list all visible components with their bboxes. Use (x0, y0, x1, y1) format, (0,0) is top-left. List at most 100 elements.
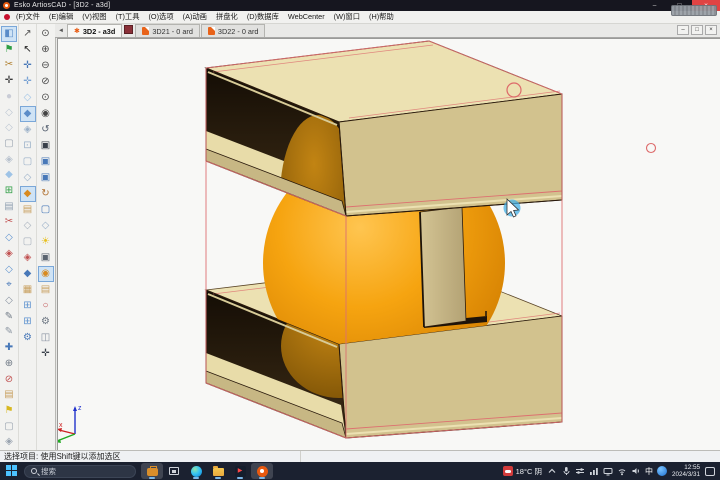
menu-item[interactable]: 拼盘化 (215, 11, 239, 23)
tool-blue-cube[interactable]: ◆ (1, 167, 17, 183)
tool-pencil[interactable]: ✎ (1, 324, 17, 340)
tool-red-dash-cube[interactable]: ◈ (20, 250, 36, 266)
tool-red-scissors[interactable]: ✂ (1, 214, 17, 230)
tool-pointer[interactable]: ↖ (20, 42, 36, 58)
tool-blue-solid-cube[interactable]: ◆ (20, 266, 36, 282)
tool-gray-grid[interactable]: ▤ (1, 199, 17, 215)
display-icon[interactable] (603, 466, 613, 476)
notification-icon[interactable] (705, 467, 715, 476)
tool-red-dash-circle[interactable]: ○ (38, 298, 54, 314)
tool-clip-remove[interactable]: ⊘ (1, 372, 17, 388)
tool-pin-board[interactable]: ⌖ (1, 277, 17, 293)
tool-ghost-cube-2[interactable]: ◇ (1, 120, 17, 136)
tool-cube[interactable]: ◇ (38, 218, 54, 234)
tab-3D22 - 0 ard[interactable]: 3D22 - 0 ard (201, 24, 266, 37)
tool-t-plus[interactable]: ✛ (38, 346, 54, 362)
tool-gray-cube[interactable]: ◇ (20, 218, 36, 234)
tool-white-diamond[interactable]: ◇ (1, 293, 17, 309)
tool-table-stand[interactable]: ▤ (1, 387, 17, 403)
chevron-up-icon[interactable] (547, 466, 557, 476)
tool-zoom-selection[interactable]: ⊙ (38, 90, 54, 106)
tool-move-cross[interactable]: ✛ (20, 58, 36, 74)
menu-item[interactable]: (E)编辑 (48, 11, 74, 23)
tool-clip-attach[interactable]: ⊕ (1, 356, 17, 372)
taskbar-search[interactable] (24, 465, 136, 478)
child-close-button[interactable]: × (705, 25, 717, 35)
taskbar-app-task-view[interactable] (163, 463, 185, 479)
menu-item[interactable]: (O)选项 (148, 11, 175, 23)
tool-cube-wire[interactable]: ▢ (20, 154, 36, 170)
tool-small-squares[interactable]: ⊞ (20, 298, 36, 314)
copilot-icon[interactable] (657, 466, 667, 476)
tab-scroll-left-icon[interactable]: ◄ (56, 25, 66, 36)
tool-cube-front[interactable]: ⊡ (20, 138, 36, 154)
taskbar-app-briefcase-app[interactable] (141, 463, 163, 479)
tool-workbench[interactable]: ▤ (38, 282, 54, 298)
tool-screen[interactable]: ▣ (38, 250, 54, 266)
search-input[interactable] (41, 467, 121, 476)
ime-indicator[interactable]: 中 (645, 466, 653, 477)
tool-small-squares-2[interactable]: ⊞ (20, 314, 36, 330)
tool-pen-plus[interactable]: ✚ (1, 340, 17, 356)
menu-item[interactable]: (F)文件 (15, 11, 41, 23)
minimize-button[interactable]: – (642, 0, 667, 11)
tool-cube-outline-2[interactable]: ◈ (1, 434, 17, 450)
menu-item[interactable]: (A)动画 (182, 11, 208, 23)
tool-blue-square[interactable]: ▢ (38, 202, 54, 218)
taskbar-app-media-player[interactable]: ▶ (229, 463, 251, 479)
tab-3D21 - 0 ard[interactable]: 3D21 - 0 ard (135, 24, 200, 37)
tool-move-point[interactable]: ✛ (20, 74, 36, 90)
tool-light-bulb[interactable]: ☀ (38, 234, 54, 250)
menu-item[interactable]: (V)视图 (81, 11, 107, 23)
tool-camera-blue-2[interactable]: ▣ (38, 170, 54, 186)
tool-knife-tool[interactable]: ✂ (1, 57, 17, 73)
tab-3D2 - a3d[interactable]: ✱3D2 - a3d (67, 24, 122, 37)
cellular-signal-icon[interactable] (589, 466, 599, 476)
tool-cube-thin[interactable]: ◇ (20, 170, 36, 186)
tool-ball-in-box[interactable]: ◉ (38, 266, 54, 282)
tool-zoom[interactable]: ⊙ (38, 26, 54, 42)
tool-orbit[interactable]: ↺ (38, 122, 54, 138)
tool-paperclip[interactable]: ✎ (1, 309, 17, 325)
microphone-icon[interactable] (561, 466, 571, 476)
tool-blue-diamond-dash[interactable]: ◇ (1, 230, 17, 246)
tool-camera-blue[interactable]: ▣ (38, 154, 54, 170)
3d-viewport[interactable]: z x y (57, 38, 720, 450)
taskbar-app-file-explorer[interactable] (207, 463, 229, 479)
tool-zoom-previous[interactable]: ◉ (38, 106, 54, 122)
tool-ghost-sphere[interactable]: ● (1, 89, 17, 105)
clock[interactable]: 12:55 2024/3/31 (672, 464, 700, 478)
tool-cubes-gear[interactable]: ⚙ (38, 314, 54, 330)
menu-item[interactable]: WebCenter (287, 11, 326, 23)
tool-board-squares[interactable]: ◫ (38, 330, 54, 346)
tool-fold-board[interactable]: ◆ (20, 186, 36, 202)
tool-cube-light[interactable]: ◇ (20, 90, 36, 106)
tool-green-window[interactable]: ⊞ (1, 183, 17, 199)
tool-blue-diamond-dash-2[interactable]: ◇ (1, 262, 17, 278)
tool-gears[interactable]: ⚙ (20, 330, 36, 346)
tool-yellow-map[interactable]: ⚑ (1, 403, 17, 419)
menu-item[interactable]: (T)工具 (115, 11, 141, 23)
child-minimize-button[interactable]: – (677, 25, 689, 35)
start-button[interactable] (6, 465, 19, 478)
tool-fold-flag[interactable]: ⚑ (1, 42, 17, 58)
wifi-icon[interactable] (617, 466, 627, 476)
tool-outline-square[interactable]: ▢ (1, 136, 17, 152)
menu-item[interactable]: (D)数据库 (246, 11, 280, 23)
tool-camera-dark[interactable]: ▣ (38, 138, 54, 154)
tool-dimension-tool[interactable]: ✛ (1, 73, 17, 89)
tool-zoom-in[interactable]: ⊕ (38, 42, 54, 58)
menu-item[interactable]: (H)帮助 (368, 11, 395, 23)
tool-cube-view-current[interactable]: ◆ (20, 106, 36, 122)
weather-widget[interactable]: 18°C 阴 (503, 466, 542, 477)
tool-dashed-cube[interactable]: ◈ (1, 152, 17, 168)
taskbar-app-artioscad[interactable] (251, 463, 273, 479)
tool-image[interactable]: ▦ (20, 282, 36, 298)
tool-ghost-cube[interactable]: ◇ (1, 105, 17, 121)
tool-cube-iso[interactable]: ◈ (20, 122, 36, 138)
tool-white-cube[interactable]: ▢ (20, 234, 36, 250)
tool-select-3d-view[interactable]: ◧ (1, 26, 17, 42)
child-restore-button[interactable]: □ (691, 25, 703, 35)
tool-line-arrow[interactable]: ↗ (20, 26, 36, 42)
tune-icon[interactable] (575, 466, 585, 476)
